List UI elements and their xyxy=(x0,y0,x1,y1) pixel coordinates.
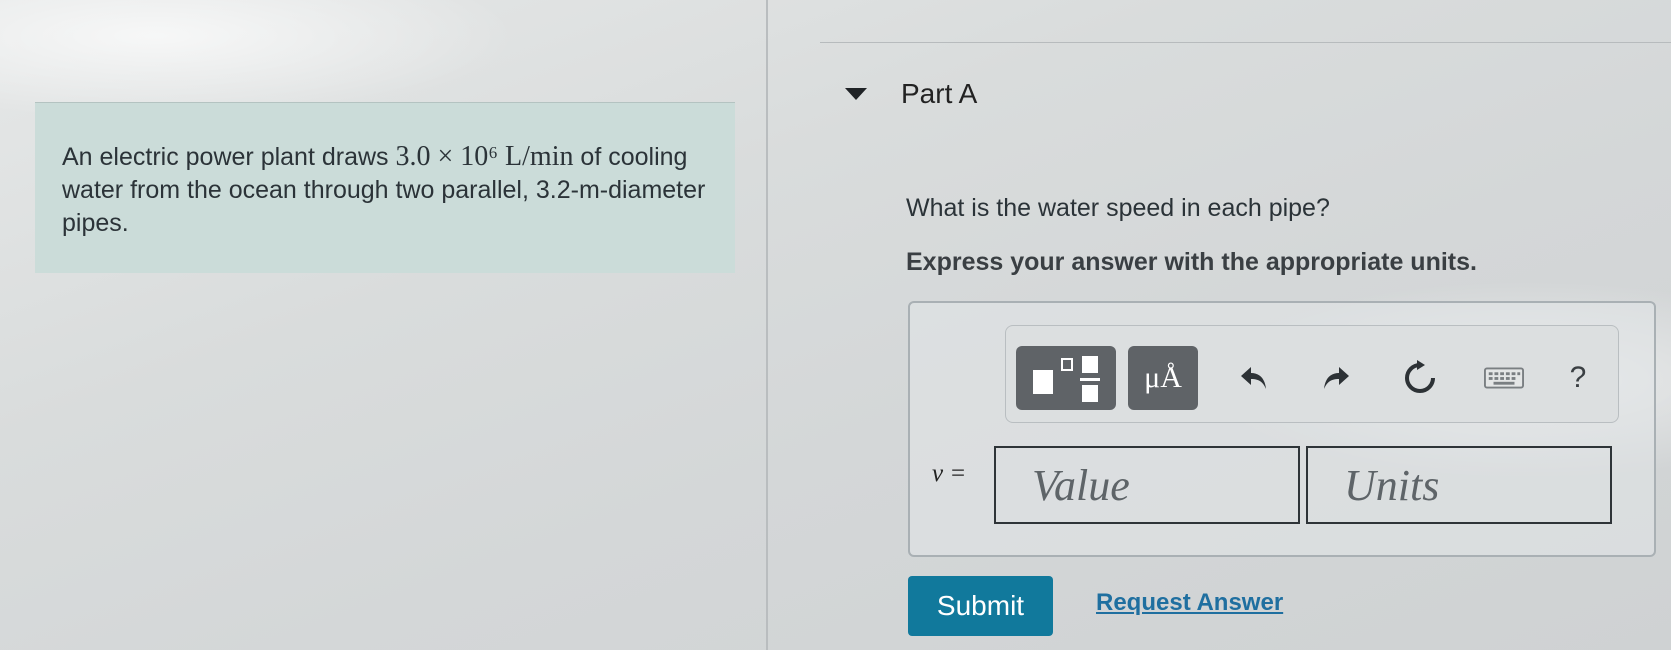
request-answer-link[interactable]: Request Answer xyxy=(1096,589,1283,617)
part-title: Part A xyxy=(901,78,978,109)
problem-rate: 3.0 × 10⁶ L/min xyxy=(395,141,574,172)
answer-box: μÅ ? v = xyxy=(908,301,1656,557)
variable-label: v = xyxy=(932,460,967,487)
reset-icon[interactable] xyxy=(1400,358,1440,398)
template-button[interactable] xyxy=(1016,346,1116,410)
instruction-text: Express your answer with the appropriate… xyxy=(906,248,1477,276)
problem-statement: An electric power plant draws 3.0 × 10⁶ … xyxy=(62,140,722,240)
caret-down-icon[interactable] xyxy=(845,88,867,100)
units-button-label: μÅ xyxy=(1144,361,1182,394)
redo-icon[interactable] xyxy=(1316,358,1356,398)
column-divider xyxy=(766,0,768,650)
problem-text-before: An electric power plant draws xyxy=(62,143,396,171)
question-text: What is the water speed in each pipe? xyxy=(906,194,1330,222)
units-input[interactable] xyxy=(1306,446,1612,524)
value-input[interactable] xyxy=(994,446,1300,524)
part-separator xyxy=(820,42,1671,43)
keyboard-icon[interactable] xyxy=(1484,358,1524,398)
math-toolbar: μÅ ? xyxy=(1005,325,1619,423)
part-header[interactable]: Part A xyxy=(845,78,977,110)
help-button[interactable]: ? xyxy=(1558,358,1598,398)
undo-icon[interactable] xyxy=(1234,358,1274,398)
submit-button[interactable]: Submit xyxy=(908,576,1053,636)
units-button[interactable]: μÅ xyxy=(1128,346,1198,410)
